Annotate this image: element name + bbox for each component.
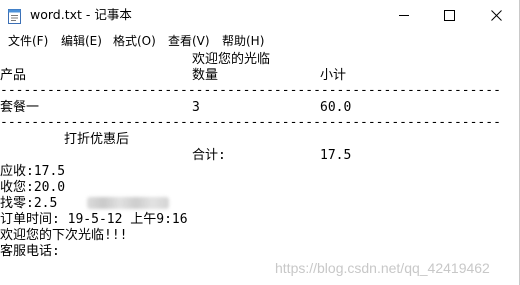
doc-order-time: 订单时间: 19-5-12 上午9:16 [0,212,188,227]
doc-due: 应收:17.5 [0,164,66,179]
total-value: 17.5 [320,148,352,163]
notepad-icon [7,7,23,25]
header-product: 产品 [0,68,27,83]
menu-format[interactable]: 格式(O) [113,33,156,49]
total-label: 合计: [192,148,226,163]
doc-service-label: 客服电话: [0,244,60,259]
doc-header-row: 产品 数量 小计 [0,68,520,84]
maximize-icon [444,10,455,21]
header-qty: 数量 [192,68,219,83]
blurred-phone-number [87,197,169,209]
close-button[interactable] [474,0,520,31]
title-bar[interactable]: word.txt - 记事本 [0,0,520,31]
item-subtotal: 60.0 [320,100,352,115]
doc-received: 收您:20.0 [0,180,66,195]
doc-total-row: 合计: 17.5 [0,148,520,164]
item-qty: 3 [192,100,200,115]
header-subtotal: 小计 [320,68,347,83]
divider-top: ----------------------------------------… [0,83,501,98]
window-title: word.txt - 记事本 [30,7,132,22]
doc-welcome: 欢迎您的光临 [192,52,271,67]
menu-help[interactable]: 帮助(H) [222,33,264,49]
doc-discount: 打折优惠后 [64,132,130,147]
text-editor[interactable]: 欢迎您的光临 产品 数量 小计 ------------------------… [0,51,520,285]
menu-edit[interactable]: 编辑(E) [61,33,102,49]
maximize-button[interactable] [427,0,473,31]
divider-bottom: ----------------------------------------… [0,115,501,130]
doc-item-row: 套餐一 3 60.0 [0,100,520,116]
close-icon [491,10,502,21]
csdn-watermark: https://blog.csdn.net/qq_42419462 [275,260,490,276]
minimize-button[interactable] [381,0,427,31]
minimize-icon [399,15,409,16]
item-product: 套餐一 [0,100,40,115]
menu-bar: 文件(F) 编辑(E) 格式(O) 查看(V) 帮助(H) [0,31,520,51]
menu-file[interactable]: 文件(F) [8,33,48,49]
doc-farewell: 欢迎您的下次光临!!! [0,228,128,243]
menu-view[interactable]: 查看(V) [168,33,210,49]
doc-change: 找零:2.5 [0,196,58,211]
